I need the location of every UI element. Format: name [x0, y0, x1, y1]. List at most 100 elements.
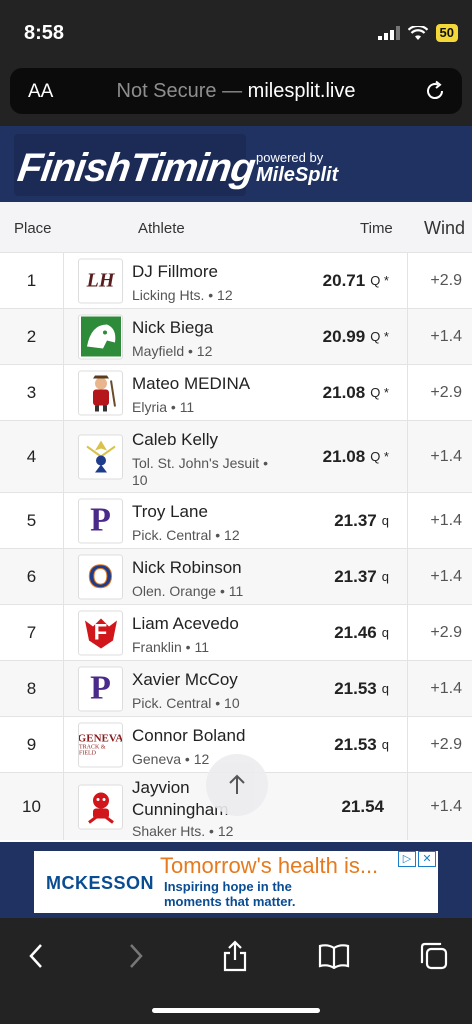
- table-row[interactable]: 1 LH DJ Fillmore Licking Hts. • 12 20.71…: [0, 252, 472, 308]
- scroll-to-top-button[interactable]: [206, 754, 268, 816]
- qualifier-mark: q: [381, 681, 389, 696]
- time-cell: 21.46 q: [334, 605, 408, 660]
- chevron-right-icon: [130, 944, 143, 968]
- url-security-label: Not Secure —: [116, 80, 243, 102]
- athlete-name[interactable]: Connor Boland: [132, 726, 245, 746]
- athlete-school: Licking Hts. • 12: [132, 287, 233, 303]
- status-icons: 50: [377, 24, 458, 42]
- wifi-icon: [407, 25, 428, 40]
- time-cell: 21.37 q: [334, 493, 408, 548]
- school-logo-text: GENEVA: [78, 732, 123, 745]
- wind-cell: +1.4: [430, 511, 462, 529]
- athlete-name[interactable]: DJ Fillmore: [132, 262, 218, 282]
- wind-cell: +1.4: [430, 567, 462, 585]
- time-value: 20.71: [322, 270, 366, 290]
- battery-indicator: 50: [435, 24, 458, 42]
- athlete-name[interactable]: Caleb Kelly: [132, 430, 218, 450]
- qualifier-mark: Q *: [370, 329, 389, 344]
- milesplit-logo[interactable]: MileSplit: [256, 164, 338, 187]
- time-value: 21.46: [334, 622, 377, 642]
- time-value: 21.08: [322, 446, 366, 466]
- raider-logo-icon: [78, 784, 123, 829]
- table-row[interactable]: 5 P Troy Lane Pick. Central • 12 21.37 q …: [0, 492, 472, 548]
- athlete-school: Olen. Orange • 11: [132, 583, 244, 599]
- results-table: Place Athlete Time Wind 1 LH DJ Fillmore…: [0, 202, 472, 840]
- wind-cell: +1.4: [430, 447, 462, 465]
- status-bar: 8:58 50: [0, 0, 472, 66]
- time-cell: 21.54: [341, 773, 408, 840]
- school-logo-text: P: [90, 501, 111, 539]
- time-value: 21.54: [341, 796, 384, 816]
- table-row[interactable]: 6 O Nick Robinson Olen. Orange • 11 21.3…: [0, 548, 472, 604]
- qualifier-mark: q: [381, 625, 389, 640]
- time-cell: 21.53 q: [334, 717, 408, 772]
- wind-cell: +2.9: [430, 383, 462, 401]
- time-cell: 20.99 Q *: [323, 309, 408, 364]
- school-logo-pickerington: P: [78, 498, 123, 543]
- time-value: 20.99: [322, 326, 366, 346]
- ad-subtext: Inspiring hope in the moments that matte…: [164, 879, 296, 909]
- qualifier-mark: q: [381, 513, 389, 528]
- table-row[interactable]: 3 Mateo MEDINA Elyria • 11 21.08 Q * +2.9: [0, 364, 472, 420]
- school-logo-pickerington: P: [78, 666, 123, 711]
- school-logo-licking-heights: LH: [78, 258, 123, 303]
- athlete-name[interactable]: Troy Lane: [132, 502, 208, 522]
- ad-close-icon[interactable]: ✕: [418, 851, 436, 867]
- powered-by-label: powered by: [256, 150, 324, 165]
- school-logo-text: O: [88, 558, 114, 595]
- forward-button[interactable]: [116, 936, 156, 976]
- time-value: 21.53: [334, 734, 377, 754]
- ad-banner[interactable]: MCKESSON Tomorrow's health is... Inspiri…: [34, 851, 438, 913]
- place-cell: 7: [0, 605, 64, 660]
- athlete-name[interactable]: Xavier McCoy: [132, 670, 238, 690]
- place-cell: 6: [0, 549, 64, 604]
- adchoices-icon[interactable]: ▷: [398, 851, 416, 867]
- time-cell: 20.71 Q *: [323, 253, 408, 308]
- finishtiming-logo[interactable]: FinishTiming: [14, 134, 257, 196]
- place-cell: 9: [0, 717, 64, 772]
- tabs-button[interactable]: [414, 936, 454, 976]
- qualifier-mark: Q *: [370, 385, 389, 400]
- wind-cell: +2.9: [430, 735, 462, 753]
- athlete-name[interactable]: Nick Biega: [132, 318, 213, 338]
- school-logo-text: P: [90, 669, 111, 707]
- table-row[interactable]: 2 Nick Biega Mayfield • 12 20.99 Q * +1.4: [0, 308, 472, 364]
- home-indicator: [152, 1008, 320, 1013]
- table-row[interactable]: 7 F Liam Acevedo Franklin • 11 21.46 q +2…: [0, 604, 472, 660]
- place-cell: 3: [0, 365, 64, 420]
- wind-cell: +2.9: [430, 271, 462, 289]
- share-button[interactable]: [215, 936, 255, 976]
- place-cell: 10: [0, 773, 64, 840]
- place-cell: 1: [0, 253, 64, 308]
- back-button[interactable]: [16, 936, 56, 976]
- wind-cell: +1.4: [430, 327, 462, 345]
- header-place: Place: [14, 220, 52, 237]
- wind-cell: +1.4: [430, 679, 462, 697]
- brand-header: FinishTiming powered by MileSplit: [0, 126, 472, 202]
- qualifier-mark: Q *: [370, 273, 389, 288]
- qualifier-mark: q: [381, 737, 389, 752]
- reload-icon[interactable]: [424, 80, 446, 102]
- athlete-school: Tol. St. John's Jesuit • 10: [132, 455, 268, 488]
- athlete-school: Mayfield • 12: [132, 343, 213, 359]
- share-icon: [223, 940, 247, 972]
- signal-icon: [377, 26, 400, 40]
- athlete-name[interactable]: Nick Robinson: [132, 558, 242, 578]
- athlete-name[interactable]: Mateo MEDINA: [132, 374, 250, 394]
- school-logo-franklin: F: [78, 610, 123, 655]
- table-row[interactable]: 8 P Xavier McCoy Pick. Central • 10 21.5…: [0, 660, 472, 716]
- finishtiming-logo-text: FinishTiming: [14, 146, 258, 190]
- school-logo-geneva: GENEVA TRACK & FIELD: [78, 722, 123, 767]
- table-row[interactable]: 4 Caleb Kelly Tol. St. John's Jesuit • 1…: [0, 420, 472, 492]
- url-display[interactable]: Not Secure — milesplit.live: [10, 80, 462, 103]
- time-cell: 21.37 q: [334, 549, 408, 604]
- bookmarks-button[interactable]: [314, 936, 354, 976]
- time-cell: 21.53 q: [334, 661, 408, 716]
- athlete-name[interactable]: Liam Acevedo: [132, 614, 239, 634]
- header-wind: Wind: [424, 218, 466, 238]
- athlete-school: Franklin • 11: [132, 639, 210, 655]
- tabs-icon: [420, 942, 448, 970]
- qualifier-mark: Q *: [370, 449, 389, 464]
- address-bar[interactable]: AA Not Secure — milesplit.live: [10, 68, 462, 114]
- chevron-left-icon: [29, 944, 42, 968]
